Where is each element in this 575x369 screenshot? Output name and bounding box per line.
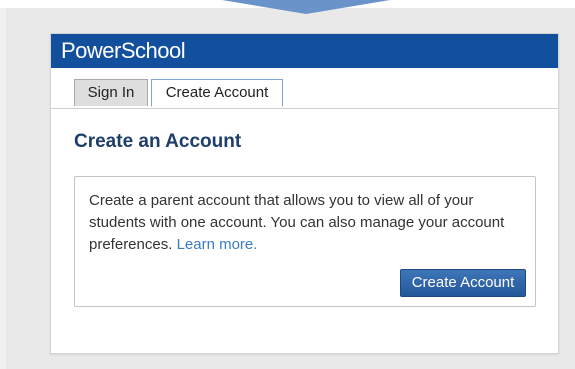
login-panel: PowerSchool Sign In Create Account Creat… [50,33,559,354]
create-account-button[interactable]: Create Account [400,269,526,297]
brand-header: PowerSchool [51,34,558,68]
learn-more-link[interactable]: Learn more. [177,236,258,253]
page-title: Create an Account [74,131,242,152]
create-account-info-box: Create a parent account that allows you … [74,176,536,307]
create-account-description: Create a parent account that allows you … [89,190,519,256]
top-pointer-decoration [222,0,390,14]
tab-sign-in[interactable]: Sign In [74,79,148,106]
powerschool-logo: PowerSchool [61,38,186,63]
tab-strip: Sign In Create Account [51,68,558,109]
description-text: Create a parent account that allows you … [89,192,505,253]
tab-create-account[interactable]: Create Account [151,79,283,107]
